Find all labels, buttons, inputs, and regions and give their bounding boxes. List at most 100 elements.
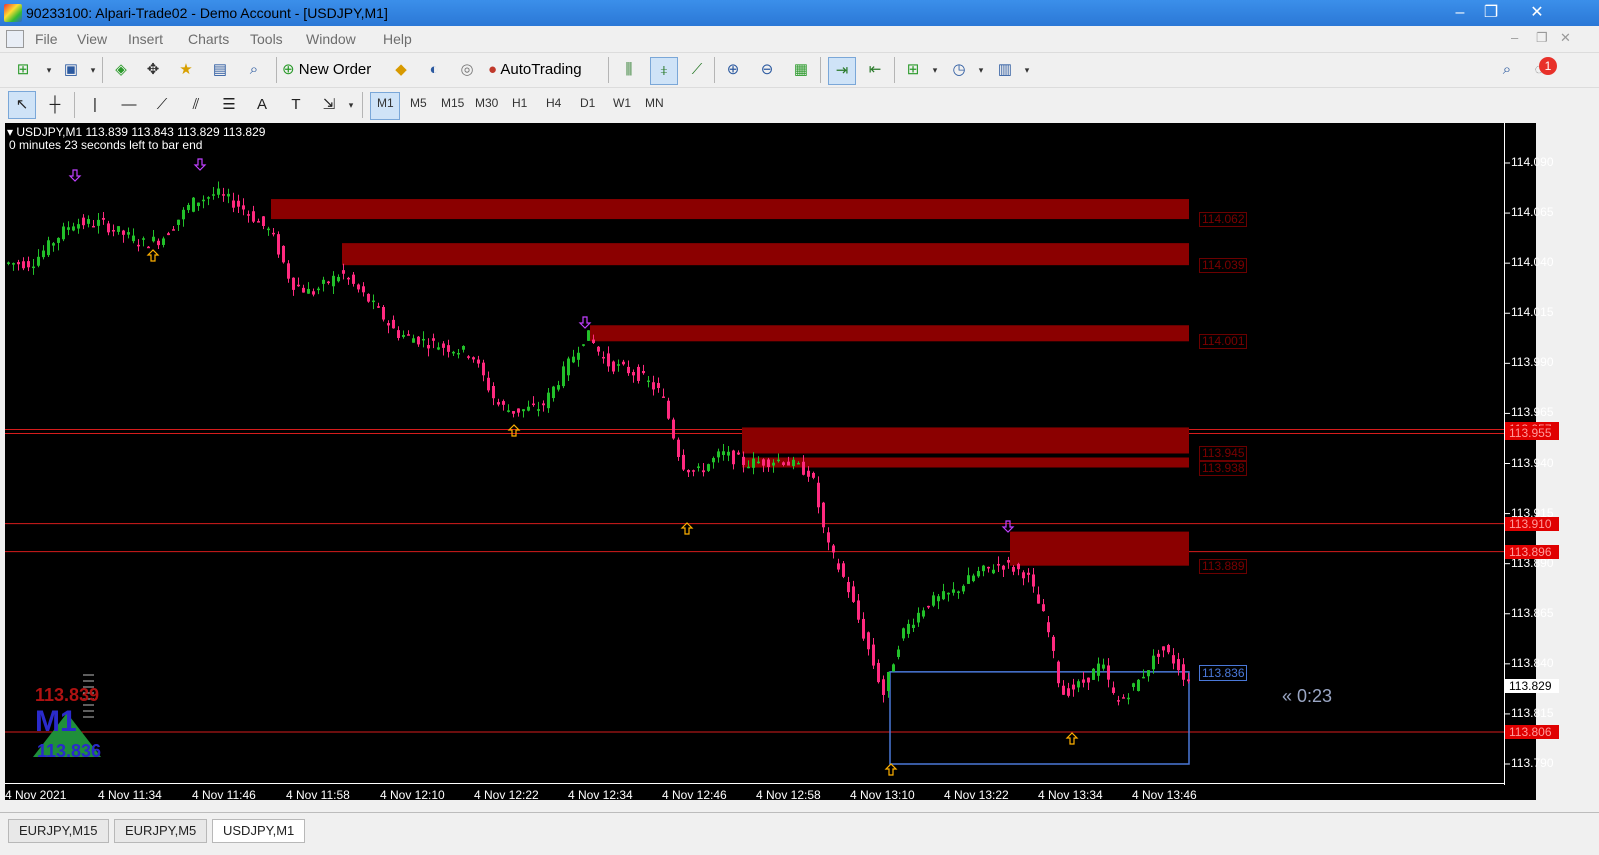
candle-body: [827, 532, 830, 543]
new-chart-icon[interactable]: ⊞: [10, 57, 36, 83]
text-label-icon[interactable]: T: [283, 92, 309, 118]
autotrading-button[interactable]: ● AutoTrading: [488, 57, 608, 83]
indicators-dropdown-icon[interactable]: ▾: [922, 57, 948, 83]
notification-badge[interactable]: 1: [1539, 57, 1557, 75]
candle-body: [207, 197, 210, 199]
candle-body: [312, 291, 315, 295]
menu-charts[interactable]: Charts: [188, 31, 229, 47]
zoom-in-icon[interactable]: ⊕: [720, 57, 746, 83]
maximize-button[interactable]: ❐: [1468, 0, 1514, 26]
candle-body: [12, 263, 15, 265]
timeframe-h4[interactable]: H4: [546, 96, 561, 110]
equidistant-channel-icon[interactable]: ⫽: [183, 92, 209, 118]
mdi-close-icon[interactable]: ✕: [1560, 30, 1571, 46]
candle-body: [687, 469, 690, 473]
metaeditor-icon[interactable]: ◆: [388, 57, 414, 83]
text-icon[interactable]: A: [249, 92, 275, 118]
candlesticks-icon[interactable]: ⧧: [650, 57, 678, 85]
crosshair-tool-icon[interactable]: ┼: [42, 92, 68, 118]
menu-tools[interactable]: Tools: [250, 31, 283, 47]
up-arrow-icon: [1065, 732, 1079, 745]
candle-body: [672, 419, 675, 439]
candle-body: [682, 454, 685, 470]
tab-eurjpy-m15[interactable]: EURJPY,M15: [8, 819, 109, 843]
candle-body: [862, 618, 865, 639]
up-arrow-icon: [507, 424, 521, 437]
timeframe-m15[interactable]: M15: [441, 96, 464, 110]
arrows-dropdown-icon[interactable]: ▾: [338, 92, 364, 118]
templates-dropdown-icon[interactable]: ▾: [1014, 57, 1040, 83]
timeframe-d1[interactable]: D1: [580, 96, 595, 110]
periods-dropdown-icon[interactable]: ▾: [968, 57, 994, 83]
trendline-icon[interactable]: ⟋: [149, 92, 175, 118]
cursor-icon[interactable]: ↖: [8, 91, 36, 119]
timeframe-m30[interactable]: M30: [475, 96, 498, 110]
candle-body: [812, 472, 815, 478]
new-order-button[interactable]: ⊕ New Order: [282, 57, 382, 83]
strategy-tester-icon[interactable]: ⌕: [241, 57, 267, 83]
app-logo-icon: [4, 4, 22, 22]
chart-shift-icon[interactable]: ⇤: [862, 57, 888, 83]
level-price-tag: 113.806: [1505, 724, 1559, 739]
candle-body: [847, 582, 850, 593]
vertical-line-icon[interactable]: |: [82, 92, 108, 118]
signals-icon[interactable]: ◐: [421, 57, 447, 83]
mdi-minimize-icon[interactable]: –: [1511, 30, 1518, 45]
auto-scroll-icon[interactable]: ⇥: [828, 57, 856, 85]
tab-eurjpy-m5[interactable]: EURJPY,M5: [114, 819, 208, 843]
candle-body: [122, 230, 125, 235]
candle-body: [332, 275, 335, 287]
timeframe-mn[interactable]: MN: [645, 96, 664, 110]
candle-body: [492, 385, 495, 399]
candle-body: [582, 344, 585, 346]
candle-body: [737, 452, 740, 455]
candle-body: [157, 240, 160, 246]
timeframe-h1[interactable]: H1: [512, 96, 527, 110]
timeframe-w1[interactable]: W1: [613, 96, 631, 110]
menu-help[interactable]: Help: [383, 31, 412, 47]
bar-chart-icon[interactable]: ⫼: [616, 57, 642, 83]
supply-zone: [1010, 531, 1189, 566]
navigator-icon[interactable]: ★: [173, 57, 199, 83]
line-chart-icon[interactable]: ⟋: [684, 57, 710, 83]
close-button[interactable]: ✕: [1514, 0, 1560, 26]
current-price-tag: 113.829: [1505, 679, 1559, 693]
candle-body: [92, 225, 95, 228]
tab-usdjpy-m1[interactable]: USDJPY,M1: [212, 819, 306, 843]
price-axis-ticks: [1505, 162, 1510, 765]
menu-file[interactable]: File: [35, 31, 58, 47]
horizontal-line-icon[interactable]: —: [116, 92, 142, 118]
market-watch-icon[interactable]: ◈: [108, 57, 134, 83]
search-icon[interactable]: ⌕: [1494, 57, 1520, 83]
candle-body: [597, 346, 600, 352]
menu-view[interactable]: View: [77, 31, 107, 47]
candle-body: [952, 589, 955, 593]
zoom-out-icon[interactable]: ⊖: [754, 57, 780, 83]
candle-body: [67, 227, 70, 230]
mdi-restore-icon[interactable]: ❐: [1536, 30, 1548, 46]
candle-body: [497, 402, 500, 405]
timeframe-m5[interactable]: M5: [410, 96, 427, 110]
candle-body: [1077, 681, 1080, 688]
supply-zone: [590, 325, 1189, 342]
candle-body: [392, 319, 395, 329]
timeframe-m1[interactable]: M1: [377, 96, 394, 110]
candle-body: [212, 194, 215, 196]
candle-body: [17, 262, 20, 265]
terminal-icon[interactable]: ▤: [207, 57, 233, 83]
mql5-icon[interactable]: ◎: [454, 57, 480, 83]
menu-window[interactable]: Window: [306, 31, 356, 47]
menu-insert[interactable]: Insert: [128, 31, 163, 47]
supply-zones: [271, 199, 1190, 765]
candle-body: [447, 345, 450, 352]
tile-windows-icon[interactable]: ▦: [788, 57, 814, 83]
candle-body: [712, 458, 715, 463]
price-chart[interactable]: ▾ USDJPY,M1 113.839 113.843 113.829 113.…: [5, 123, 1559, 802]
candle-body: [517, 408, 520, 413]
candle-body: [777, 459, 780, 462]
zone-price-label: 113.889: [1199, 558, 1247, 574]
candle-body: [647, 380, 650, 383]
candle-body: [262, 216, 265, 226]
fibonacci-icon[interactable]: ☰: [216, 92, 242, 118]
crosshair-icon[interactable]: ✥: [140, 57, 166, 83]
